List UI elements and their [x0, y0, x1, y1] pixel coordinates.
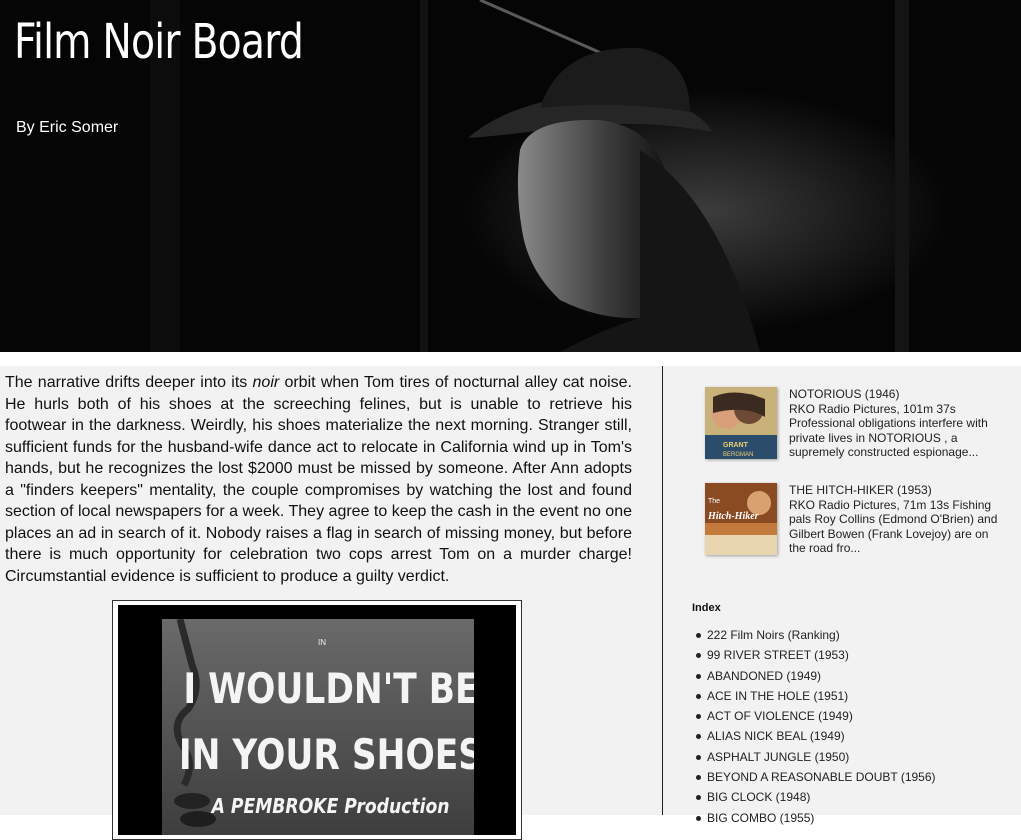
- index-link[interactable]: BEYOND A REASONABLE DOUBT (1956): [707, 770, 936, 784]
- index-link[interactable]: ASPHALT JUNGLE (1950): [707, 750, 849, 764]
- index-link[interactable]: BIG CLOCK (1948): [707, 790, 810, 804]
- index-list: 222 Film Noirs (Ranking) 99 RIVER STREET…: [692, 628, 936, 831]
- index-link[interactable]: ACE IN THE HOLE (1951): [707, 689, 848, 703]
- blog-byline: By Eric Somer: [16, 119, 119, 136]
- index-link[interactable]: BIG COMBO (1955): [707, 811, 814, 825]
- hitch-hiker-poster-image: The Hitch-Hiker: [705, 483, 777, 555]
- popular-post-snippet: RKO Radio Pictures, 71m 13s Fishing pals…: [789, 497, 998, 556]
- thumb-text-2: BERGMAN: [723, 452, 753, 458]
- index-link[interactable]: 222 Film Noirs (Ranking): [707, 628, 840, 642]
- title-card-line1: I WOULDN'T BE: [183, 665, 474, 714]
- list-item: 99 RIVER STREET (1953): [692, 648, 936, 668]
- index-link[interactable]: ABANDONED (1949): [707, 669, 821, 683]
- post-text-rest: orbit when Tom tires of nocturnal alley …: [5, 374, 633, 585]
- list-item: BIG CLOCK (1948): [692, 790, 936, 810]
- title-card-line2: IN YOUR SHOES: [179, 731, 474, 780]
- post-column: The narrative drifts deeper into its noi…: [0, 366, 662, 840]
- list-item: ACT OF VIOLENCE (1949): [692, 709, 936, 729]
- popular-post-text: THE HITCH-HIKER (1953) RKO Radio Picture…: [789, 483, 1005, 556]
- index-heading: Index: [692, 602, 721, 614]
- post-paragraph: The narrative drifts deeper into its noi…: [5, 372, 632, 587]
- list-item: BEYOND A REASONABLE DOUBT (1956): [692, 770, 936, 790]
- title-card-in: IN: [318, 638, 326, 647]
- index-link[interactable]: ACT OF VIOLENCE (1949): [707, 709, 853, 723]
- popular-post-title[interactable]: NOTORIOUS (1946): [789, 387, 1005, 402]
- film-still-frame[interactable]: IN I WOULDN'T BE IN YOUR SHOES A PEMBROK…: [112, 600, 522, 840]
- list-item: ALIAS NICK BEAL (1949): [692, 729, 936, 749]
- popular-post-thumbnail[interactable]: GRANT BERGMAN: [705, 387, 777, 459]
- popular-post-thumbnail[interactable]: The Hitch-Hiker: [705, 483, 777, 555]
- thumb-text-1: The: [708, 498, 720, 505]
- popular-post-text: NOTORIOUS (1946) RKO Radio Pictures, 101…: [789, 387, 1005, 460]
- index-link[interactable]: 99 RIVER STREET (1953): [707, 648, 849, 662]
- post-text-italic: noir: [252, 374, 280, 391]
- popular-post-title[interactable]: THE HITCH-HIKER (1953): [789, 483, 1005, 498]
- thumb-text-2: Hitch-Hiker: [707, 511, 759, 522]
- film-still-image: IN I WOULDN'T BE IN YOUR SHOES A PEMBROK…: [118, 605, 516, 835]
- list-item: BIG COMBO (1955): [692, 811, 936, 831]
- title-card-art: IN I WOULDN'T BE IN YOUR SHOES A PEMBROK…: [162, 619, 474, 835]
- list-item: 222 Film Noirs (Ranking): [692, 628, 936, 648]
- thumb-text-1: GRANT: [723, 442, 749, 449]
- popular-post-snippet: RKO Radio Pictures, 101m 37s Professiona…: [789, 401, 988, 460]
- blog-title[interactable]: Film Noir Board: [14, 12, 304, 72]
- index-link[interactable]: ALIAS NICK BEAL (1949): [707, 729, 845, 743]
- list-item: ACE IN THE HOLE (1951): [692, 689, 936, 709]
- list-item: ABANDONED (1949): [692, 669, 936, 689]
- notorious-poster-image: GRANT BERGMAN: [705, 387, 777, 459]
- sidebar: GRANT BERGMAN NOTORIOUS (1946) RKO Radio…: [663, 366, 1021, 825]
- list-item: ASPHALT JUNGLE (1950): [692, 750, 936, 770]
- blog-header: Film Noir Board By Eric Somer: [0, 0, 1021, 352]
- post-text-lead: The narrative drifts deeper into its: [5, 374, 253, 391]
